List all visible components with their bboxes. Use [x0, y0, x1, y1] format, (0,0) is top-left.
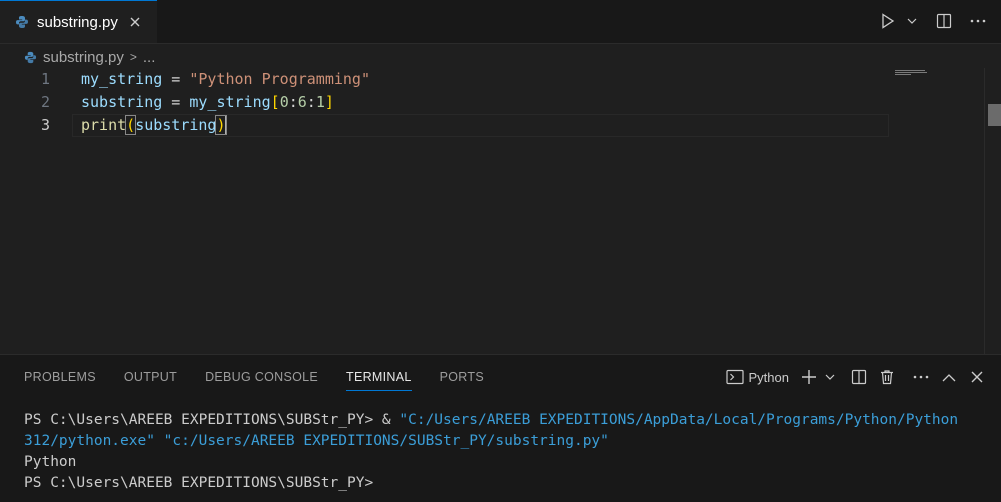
ellipsis-icon [970, 19, 986, 23]
tab-terminal[interactable]: TERMINAL [346, 355, 412, 399]
line-number: 2 [40, 93, 50, 111]
close-panel-button[interactable] [965, 365, 989, 389]
token-bracket: ( [125, 115, 137, 135]
split-editor-button[interactable] [933, 10, 955, 32]
tab-substring-py[interactable]: substring.py [0, 0, 157, 43]
minimap[interactable] [895, 70, 927, 76]
terminal-prompt: PS C:\Users\AREEB EXPEDITIONS\SUBStr_PY> [24, 475, 374, 491]
text-cursor [224, 116, 227, 135]
code-line: 1 my_string = "Python Programming" [0, 68, 1001, 91]
chevron-down-icon [907, 18, 917, 24]
maximize-panel-button[interactable] [937, 365, 961, 389]
token-string: "Python Programming" [189, 70, 370, 88]
panel-tabs: PROBLEMS OUTPUT DEBUG CONSOLE TERMINAL P… [24, 355, 512, 399]
tab-output[interactable]: OUTPUT [124, 355, 177, 399]
ellipsis-icon [913, 375, 929, 379]
tab-label: substring.py [37, 13, 118, 31]
close-icon [971, 371, 983, 383]
tab-debug-console[interactable]: DEBUG CONSOLE [205, 355, 318, 399]
token-operator: = [162, 70, 190, 88]
terminal-icon [725, 369, 744, 385]
editor-actions [877, 10, 989, 32]
token-bracket: [ [270, 93, 280, 111]
token-number: 0 [279, 93, 289, 111]
line-number: 3 [40, 116, 50, 134]
split-terminal-button[interactable] [847, 365, 871, 389]
split-icon [851, 369, 867, 385]
python-file-icon [16, 16, 28, 28]
terminal-program-output: Python [24, 454, 77, 470]
scrollbar-marker [988, 104, 1001, 126]
token-number: 1 [315, 93, 325, 111]
terminal-prompt: PS C:\Users\AREEB EXPEDITIONS\SUBStr_PY> [24, 412, 382, 428]
token-operator: = [162, 93, 190, 111]
play-icon [882, 13, 895, 29]
token-colon: : [306, 93, 316, 111]
token-number: 6 [297, 93, 307, 111]
chevron-up-icon [942, 373, 956, 381]
editor-scrollbar[interactable] [984, 68, 1001, 354]
terminal-profiles-dropdown[interactable] [823, 365, 837, 389]
token-variable: substring [135, 116, 217, 134]
breadcrumb-symbols[interactable]: ... [143, 49, 156, 66]
token-colon: : [288, 93, 298, 111]
trash-icon [881, 370, 893, 385]
breadcrumb: substring.py > ... [24, 46, 155, 68]
code-editor[interactable]: 1 my_string = "Python Programming" 2 sub… [0, 68, 1001, 354]
code-text: print(substring) [81, 114, 227, 137]
panel-actions: Python [725, 365, 989, 389]
code-line: 2 substring = my_string[0:6:1] [0, 91, 1001, 114]
run-options-dropdown[interactable] [905, 10, 919, 32]
breadcrumb-file[interactable]: substring.py [43, 49, 124, 66]
code-text: substring = my_string[0:6:1] [81, 91, 334, 114]
token-function: print [81, 116, 127, 134]
code-line-current: 3 print(substring) [0, 114, 1001, 137]
code-text: my_string = "Python Programming" [81, 68, 370, 91]
editor-tab-bar: substring.py [0, 0, 1001, 44]
token-variable: my_string [81, 70, 163, 88]
line-number: 1 [40, 70, 50, 88]
token-variable: my_string [189, 93, 271, 111]
terminal-profile-label: Python [748, 369, 789, 385]
breadcrumb-separator: > [129, 50, 137, 64]
python-file-icon [24, 51, 37, 63]
bottom-panel: PROBLEMS OUTPUT DEBUG CONSOLE TERMINAL P… [0, 354, 1001, 502]
kill-terminal-button[interactable] [875, 365, 899, 389]
run-python-file-button[interactable] [877, 10, 899, 32]
terminal-output[interactable]: PS C:\Users\AREEB EXPEDITIONS\SUBStr_PY>… [24, 410, 964, 494]
more-actions-button[interactable] [909, 365, 933, 389]
split-editor-icon [936, 13, 952, 29]
tab-problems[interactable]: PROBLEMS [24, 355, 96, 399]
token-variable: substring [81, 93, 163, 111]
more-actions-button[interactable] [967, 10, 989, 32]
terminal-selector[interactable]: Python [725, 369, 789, 385]
token-bracket: ] [324, 93, 334, 111]
terminal-command-operator: & [381, 412, 400, 428]
tab-ports[interactable]: PORTS [440, 355, 484, 399]
chevron-down-icon [825, 374, 835, 380]
plus-icon [802, 370, 816, 384]
new-terminal-button[interactable] [799, 365, 819, 389]
close-icon[interactable] [128, 15, 142, 29]
